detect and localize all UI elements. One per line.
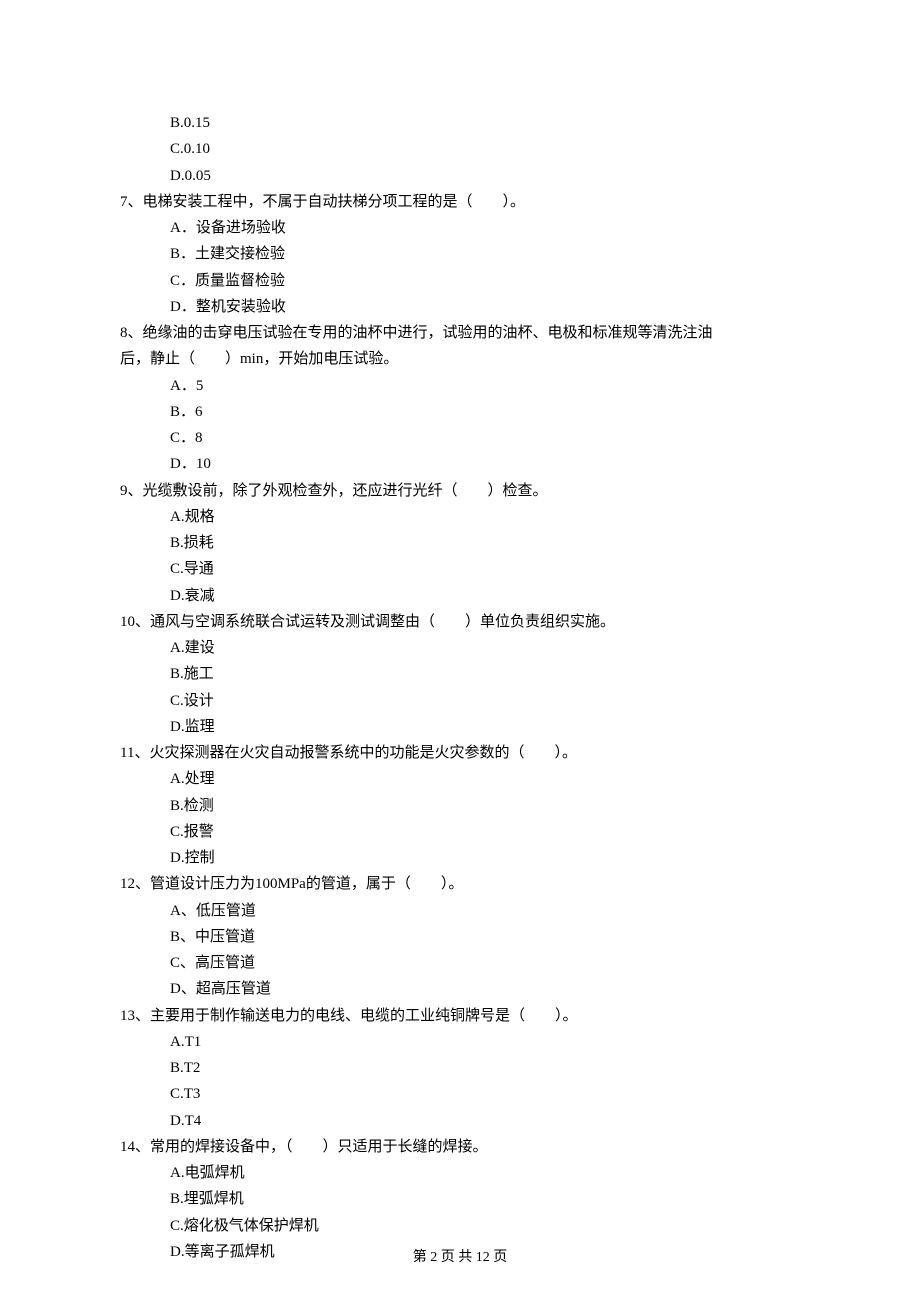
q10-option-c: C.设计 — [120, 688, 800, 714]
q13-option-c: C.T3 — [120, 1081, 800, 1107]
q14-option-b: B.埋弧焊机 — [120, 1186, 800, 1212]
q8-stem-line2: 后，静止（ ）min，开始加电压试验。 — [120, 346, 800, 372]
q8-stem-line1: 8、绝缘油的击穿电压试验在专用的油杯中进行，试验用的油杯、电极和标准规等清洗注油 — [120, 320, 800, 346]
q10-option-a: A.建设 — [120, 635, 800, 661]
q12-option-c: C、高压管道 — [120, 950, 800, 976]
q8-option-d: D．10 — [120, 451, 800, 477]
q9-option-d: D.衰减 — [120, 583, 800, 609]
q7-option-c: C．质量监督检验 — [120, 268, 800, 294]
q11-option-b: B.检测 — [120, 793, 800, 819]
q7-option-d: D．整机安装验收 — [120, 294, 800, 320]
q7-stem: 7、电梯安装工程中，不属于自动扶梯分项工程的是（ ）。 — [120, 189, 800, 215]
q10-option-b: B.施工 — [120, 661, 800, 687]
q11-stem: 11、火灾探测器在火灾自动报警系统中的功能是火灾参数的（ ）。 — [120, 740, 800, 766]
q11-option-c: C.报警 — [120, 819, 800, 845]
q13-option-b: B.T2 — [120, 1055, 800, 1081]
q12-stem: 12、管道设计压力为100MPa的管道，属于（ ）。 — [120, 871, 800, 897]
q7-option-b: B．土建交接检验 — [120, 241, 800, 267]
page-footer: 第 2 页 共 12 页 — [0, 1246, 920, 1271]
q14-option-c: C.熔化极气体保护焊机 — [120, 1213, 800, 1239]
q9-option-c: C.导通 — [120, 556, 800, 582]
page-container: B.0.15 C.0.10 D.0.05 7、电梯安装工程中，不属于自动扶梯分项… — [0, 0, 920, 1305]
q11-option-d: D.控制 — [120, 845, 800, 871]
q14-option-a: A.电弧焊机 — [120, 1160, 800, 1186]
q9-option-a: A.规格 — [120, 504, 800, 530]
q8-option-b: B．6 — [120, 399, 800, 425]
q12-option-b: B、中压管道 — [120, 924, 800, 950]
q8-option-a: A．5 — [120, 373, 800, 399]
q14-stem: 14、常用的焊接设备中，（ ）只适用于长缝的焊接。 — [120, 1134, 800, 1160]
q10-stem: 10、通风与空调系统联合试运转及测试调整由（ ）单位负责组织实施。 — [120, 609, 800, 635]
q9-stem: 9、光缆敷设前，除了外观检查外，还应进行光纤（ ）检查。 — [120, 478, 800, 504]
q7-option-a: A．设备进场验收 — [120, 215, 800, 241]
q13-stem: 13、主要用于制作输送电力的电线、电缆的工业纯铜牌号是（ ）。 — [120, 1003, 800, 1029]
q6-option-c: C.0.10 — [120, 136, 800, 162]
q6-option-b: B.0.15 — [120, 110, 800, 136]
q6-option-d: D.0.05 — [120, 163, 800, 189]
q9-option-b: B.损耗 — [120, 530, 800, 556]
q12-option-a: A、低压管道 — [120, 898, 800, 924]
q12-option-d: D、超高压管道 — [120, 976, 800, 1002]
q13-option-a: A.T1 — [120, 1029, 800, 1055]
q11-option-a: A.处理 — [120, 766, 800, 792]
q10-option-d: D.监理 — [120, 714, 800, 740]
q13-option-d: D.T4 — [120, 1108, 800, 1134]
q8-option-c: C．8 — [120, 425, 800, 451]
